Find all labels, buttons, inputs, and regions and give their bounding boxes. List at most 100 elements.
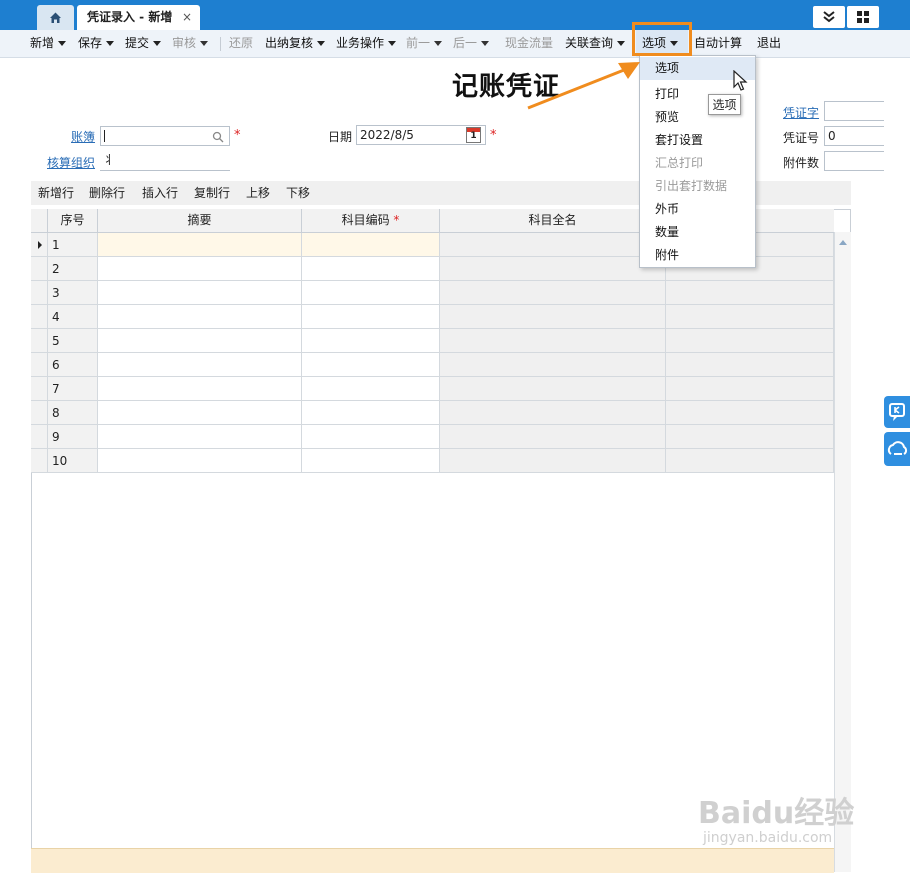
date-required-mark: * xyxy=(490,128,497,143)
menu-item[interactable]: 套打设置 xyxy=(640,129,755,152)
extra-cell[interactable] xyxy=(666,401,834,425)
new-button[interactable]: 新增 xyxy=(30,30,67,57)
row-indicator[interactable] xyxy=(31,233,48,257)
account-code-cell[interactable] xyxy=(302,449,440,473)
summary-cell[interactable] xyxy=(98,257,302,281)
scroll-up-icon[interactable] xyxy=(838,238,848,246)
row-indicator[interactable] xyxy=(31,353,48,377)
delete-row-button[interactable]: 删除行 xyxy=(89,181,125,205)
row-number: 8 xyxy=(48,401,98,425)
table-row[interactable]: 5 xyxy=(31,329,834,353)
account-code-cell[interactable] xyxy=(302,329,440,353)
account-code-cell[interactable] xyxy=(302,353,440,377)
collapse-button[interactable] xyxy=(813,6,845,28)
extra-cell[interactable] xyxy=(666,305,834,329)
voucher-no-input[interactable]: 0 xyxy=(824,126,884,146)
cashier-review-button[interactable]: 出纳复核 xyxy=(265,30,326,57)
related-query-label: 关联查询 xyxy=(565,36,614,50)
menu-item[interactable]: 引出套打数据 xyxy=(640,175,755,198)
book-label-link[interactable]: 账簿 xyxy=(71,128,95,145)
summary-cell[interactable] xyxy=(98,377,302,401)
account-code-cell[interactable] xyxy=(302,425,440,449)
attachments-input[interactable] xyxy=(824,151,884,171)
table-row[interactable]: 7 xyxy=(31,377,834,401)
table-row[interactable]: 9 xyxy=(31,425,834,449)
insert-row-button[interactable]: 插入行 xyxy=(142,181,178,205)
org-label-link[interactable]: 核算组织 xyxy=(47,154,95,171)
search-icon[interactable] xyxy=(212,131,224,143)
audit-button[interactable]: 审核 xyxy=(172,30,209,57)
vertical-scrollbar[interactable] xyxy=(834,232,851,872)
row-indicator[interactable] xyxy=(31,281,48,305)
menu-item[interactable]: 数量 xyxy=(640,221,755,244)
row-indicator[interactable] xyxy=(31,305,48,329)
summary-cell[interactable] xyxy=(98,401,302,425)
menu-item[interactable]: 汇总打印 xyxy=(640,152,755,175)
table-row[interactable]: 10 xyxy=(31,449,834,473)
tab-voucher-entry[interactable]: 凭证录入 - 新增 × xyxy=(77,5,200,30)
account-code-cell[interactable] xyxy=(302,401,440,425)
row-number: 4 xyxy=(48,305,98,329)
side-cloud-button[interactable] xyxy=(884,432,910,466)
voucher-word-label-link[interactable]: 凭证字 xyxy=(783,104,819,121)
exit-button[interactable]: 退出 xyxy=(757,30,781,57)
summary-cell[interactable] xyxy=(98,425,302,449)
summary-cell[interactable] xyxy=(98,305,302,329)
account-code-cell[interactable] xyxy=(302,305,440,329)
date-input[interactable]: 2022/8/5 1 xyxy=(356,125,486,145)
row-indicator[interactable] xyxy=(31,377,48,401)
extra-cell[interactable] xyxy=(666,281,834,305)
prev-button[interactable]: 前一 xyxy=(406,30,443,57)
extra-cell[interactable] xyxy=(666,353,834,377)
account-code-cell[interactable] xyxy=(302,281,440,305)
table-row[interactable]: 4 xyxy=(31,305,834,329)
account-code-cell[interactable] xyxy=(302,257,440,281)
account-name-cell xyxy=(440,353,666,377)
extra-cell[interactable] xyxy=(666,377,834,401)
business-ops-button[interactable]: 业务操作 xyxy=(336,30,397,57)
close-icon[interactable]: × xyxy=(182,5,192,30)
home-tab[interactable] xyxy=(37,5,74,30)
save-button[interactable]: 保存 xyxy=(78,30,115,57)
submit-button[interactable]: 提交 xyxy=(125,30,162,57)
book-input[interactable] xyxy=(100,126,230,146)
grid-menu-button[interactable] xyxy=(847,6,879,28)
summary-cell[interactable] xyxy=(98,233,302,257)
row-indicator[interactable] xyxy=(31,401,48,425)
extra-cell[interactable] xyxy=(666,449,834,473)
account-code-cell[interactable] xyxy=(302,233,440,257)
row-indicator[interactable] xyxy=(31,257,48,281)
caret-down-icon xyxy=(388,41,397,46)
row-indicator[interactable] xyxy=(31,449,48,473)
account-code-cell[interactable] xyxy=(302,377,440,401)
auto-calc-button[interactable]: 自动计算 xyxy=(694,30,742,57)
book-required-mark: * xyxy=(234,128,241,143)
add-row-button[interactable]: 新增行 xyxy=(38,181,74,205)
table-row[interactable]: 3 xyxy=(31,281,834,305)
account-name-cell xyxy=(440,449,666,473)
row-indicator[interactable] xyxy=(31,329,48,353)
account-name-cell xyxy=(440,281,666,305)
main-toolbar: 新增 保存 提交 审核 还原 出纳复核 业务操作 前一 后一 现金流量 关联查询… xyxy=(0,30,910,58)
move-up-button[interactable]: 上移 xyxy=(246,181,270,205)
move-down-button[interactable]: 下移 xyxy=(286,181,310,205)
extra-cell[interactable] xyxy=(666,329,834,353)
summary-cell[interactable] xyxy=(98,329,302,353)
menu-item[interactable]: 外币 xyxy=(640,198,755,221)
table-row[interactable]: 8 xyxy=(31,401,834,425)
next-button[interactable]: 后一 xyxy=(453,30,490,57)
copy-row-button[interactable]: 复制行 xyxy=(194,181,230,205)
summary-cell[interactable] xyxy=(98,449,302,473)
table-row[interactable]: 6 xyxy=(31,353,834,377)
extra-cell[interactable] xyxy=(666,425,834,449)
row-indicator[interactable] xyxy=(31,425,48,449)
side-chat-button[interactable] xyxy=(884,396,910,428)
chat-icon xyxy=(889,403,905,421)
voucher-word-input[interactable] xyxy=(824,101,884,121)
org-input[interactable]: 丬 xyxy=(100,151,230,171)
menu-item[interactable]: 附件 xyxy=(640,244,755,267)
restore-button[interactable]: 还原 xyxy=(229,30,253,57)
calendar-icon[interactable]: 1 xyxy=(466,127,481,143)
summary-cell[interactable] xyxy=(98,281,302,305)
summary-cell[interactable] xyxy=(98,353,302,377)
